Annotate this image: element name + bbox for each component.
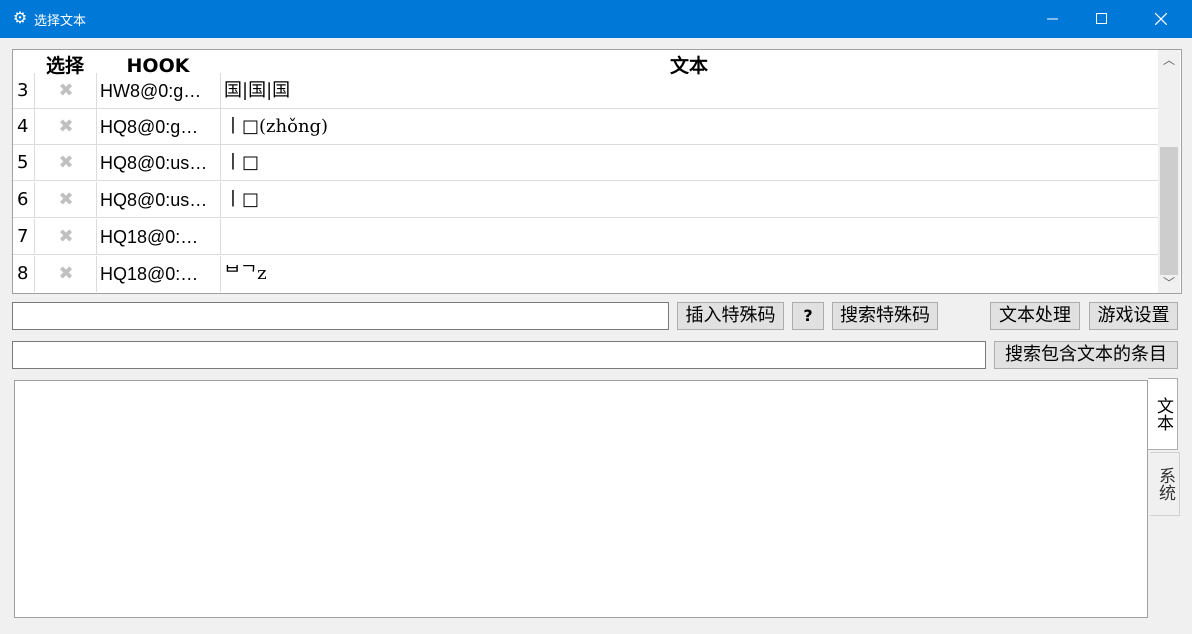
window-title: 选择文本 [34,14,87,29]
hook-cell: HQ18@0:… [96,256,222,292]
text-cell: 国|国|国 [220,73,1162,109]
table-row[interactable]: 6 ✖ HQ8@0:us… ⼁□ [13,182,1158,218]
table-scrollbar[interactable]: ︿ ﹀ [1158,50,1180,293]
hook-cell: HW8@0:g… [96,73,222,109]
remove-icon[interactable]: ✖ [34,145,97,181]
hook-table: 选择 HOOK 文本 3 ✖ HW8@0:g… 国|国|国 4 ✖ HQ8@0:… [12,49,1182,294]
hook-cell: HQ8@0:g… [96,109,222,145]
maximize-button[interactable] [1079,0,1125,38]
game-settings-button[interactable]: 游戏设置 [1089,302,1178,330]
search-entries-button[interactable]: 搜索包含文本的条目 [994,341,1178,369]
text-output-area[interactable] [14,380,1148,618]
hook-cell: HQ18@0:… [96,219,222,255]
insert-special-code-button[interactable]: 插入特殊码 [677,302,784,330]
scrollbar-thumb[interactable] [1160,147,1178,275]
tab-system[interactable]: 系统 [1150,452,1180,516]
search-special-code-button[interactable]: 搜索特殊码 [832,302,938,330]
remove-icon[interactable]: ✖ [34,256,97,292]
remove-icon[interactable]: ✖ [34,109,97,145]
search-text-input[interactable] [12,341,986,369]
hook-cell: HQ8@0:us… [96,145,222,181]
table-row[interactable]: 5 ✖ HQ8@0:us… ⼁□ [13,145,1158,181]
text-processing-button[interactable]: 文本处理 [990,302,1080,330]
text-cell: ⼁□ [220,182,1162,218]
tab-text[interactable]: 文本 [1148,378,1178,450]
scroll-down-icon[interactable]: ﹀ [1158,275,1180,291]
maximize-icon [1096,13,1107,24]
title-bar: ⚙ 选择文本 [0,0,1192,38]
text-cell [220,219,1162,255]
remove-icon[interactable]: ✖ [34,219,97,255]
table-row[interactable]: 7 ✖ HQ18@0:… [13,219,1158,255]
remove-icon[interactable]: ✖ [34,73,97,109]
gear-icon: ⚙ [12,8,28,27]
hook-cell: HQ8@0:us… [96,182,222,218]
minimize-button[interactable] [1030,0,1076,38]
table-row[interactable]: 4 ✖ HQ8@0:g… ⼁□(zhǒng) [13,109,1158,145]
scroll-up-icon[interactable]: ︿ [1158,52,1180,68]
close-icon [1155,13,1167,25]
remove-icon[interactable]: ✖ [34,182,97,218]
text-cell: ⼁□(zhǒng) [220,109,1162,145]
text-cell: ⼁□ [220,145,1162,181]
table-row[interactable]: 8 ✖ HQ18@0:… ᄇᄀᴢ [13,256,1158,292]
special-code-input[interactable] [12,302,669,330]
close-button[interactable] [1138,0,1184,38]
text-cell: ᄇᄀᴢ [220,256,1162,292]
table-row[interactable]: 3 ✖ HW8@0:g… 国|国|国 [13,73,1158,109]
help-button[interactable]: ? [792,302,824,330]
minimize-icon [1047,18,1058,20]
